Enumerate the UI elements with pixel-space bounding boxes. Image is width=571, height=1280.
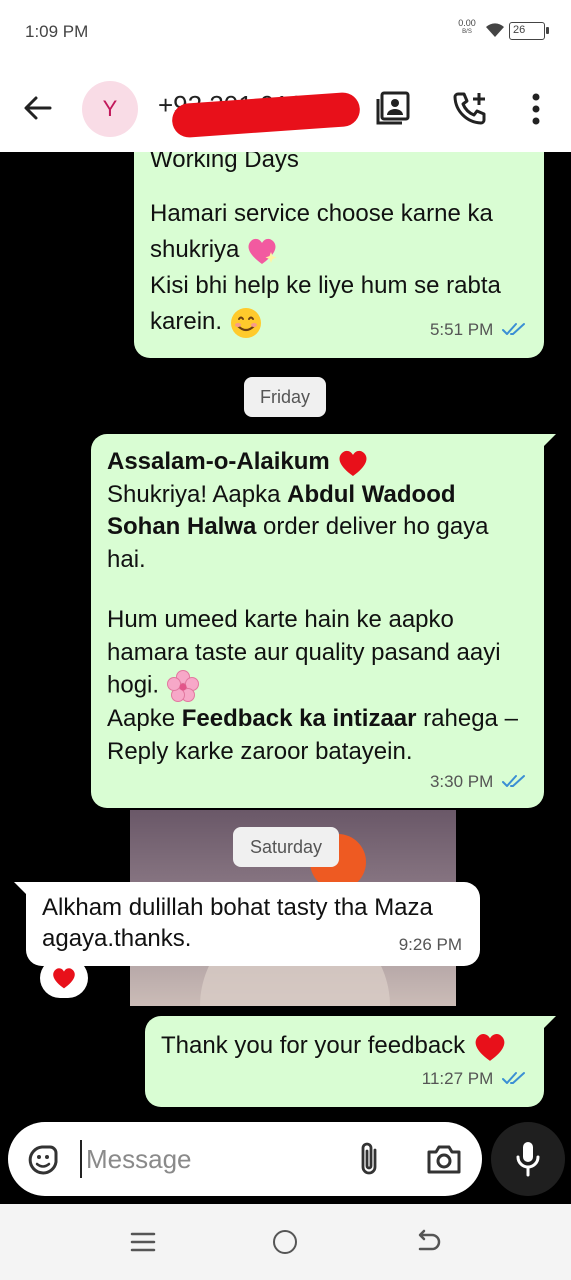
- cherry-blossom-icon: [166, 670, 199, 702]
- message-text-line: Kisi bhi help ke liye hum se rabta: [150, 272, 501, 299]
- network-speed-value: 0.00: [458, 18, 476, 28]
- text-caret: [80, 1140, 82, 1178]
- back-arrow-icon[interactable]: [20, 90, 56, 126]
- red-heart-icon: [53, 968, 75, 989]
- message-time: 3:30 PM: [429, 771, 494, 791]
- wifi-icon: [486, 23, 504, 37]
- message-time: 5:51 PM: [429, 320, 494, 339]
- message-bold-text: Sohan Halwa: [107, 513, 257, 540]
- bubble-tail: [542, 1016, 556, 1030]
- date-label: Saturday: [249, 837, 323, 857]
- message-text: Reply karke zaroor batayein.: [107, 737, 413, 765]
- message-meta: 5:51 PM: [430, 312, 526, 348]
- message-text-line: Working Days: [150, 152, 299, 173]
- battery-icon: 26: [509, 22, 549, 40]
- network-speed-unit: B/S: [462, 29, 472, 35]
- system-nav-bar: [0, 1204, 571, 1280]
- bubble-tail: [542, 434, 556, 448]
- message-bold-text: Abdul Wadood: [287, 480, 456, 508]
- message-bold-text: Feedback ka intizaar: [181, 705, 417, 732]
- home-icon[interactable]: [273, 1230, 297, 1254]
- message-text: hamara taste aur quality pasand aayi: [107, 638, 501, 666]
- date-divider: Friday: [244, 377, 326, 417]
- message-text-line: karein.: [150, 308, 223, 335]
- chat-header: Y +92 301 01353: [0, 66, 571, 152]
- attach-icon[interactable]: [354, 1140, 384, 1178]
- back-icon[interactable]: [414, 1229, 442, 1255]
- message-text: Thank you for your feedback: [161, 1032, 466, 1059]
- message-text: hai.: [107, 545, 146, 573]
- recents-icon[interactable]: [130, 1230, 156, 1254]
- message-meta: 9:26 PM: [399, 929, 462, 960]
- message-text: rahega –: [416, 705, 518, 732]
- outgoing-message[interactable]: Thank you for your feedback 11:27 PM: [145, 1016, 556, 1107]
- camera-icon[interactable]: [426, 1142, 462, 1176]
- message-text: Aapke: [107, 705, 182, 732]
- sticker-icon[interactable]: [26, 1142, 62, 1178]
- message-text-line: Hamari service choose karne ka: [150, 200, 493, 227]
- message-meta: 3:30 PM: [430, 766, 526, 799]
- battery-level: 26: [513, 24, 526, 36]
- message-text: hogi.: [107, 671, 160, 699]
- message-reaction[interactable]: [40, 958, 88, 998]
- composer-bar: [0, 1122, 571, 1202]
- mic-icon: [516, 1142, 540, 1177]
- message-text-line: Alkham dulillah bohat tasty tha Maza: [42, 894, 433, 921]
- greeting-text: Assalam-o-Alaikum: [107, 448, 330, 475]
- outgoing-message[interactable]: Working Days Hamari service choose karne…: [134, 152, 544, 358]
- double-check-icon: [502, 1072, 525, 1084]
- message-field[interactable]: [8, 1122, 482, 1196]
- message-time: 11:27 PM: [421, 1069, 494, 1088]
- message-text: order deliver ho gaya: [256, 513, 489, 540]
- avatar-letter: Y: [102, 96, 118, 121]
- bubble-tail: [14, 882, 28, 896]
- smiling-face-icon: [230, 307, 261, 338]
- red-heart-icon: [339, 450, 367, 476]
- double-check-icon: [502, 323, 525, 335]
- avatar[interactable]: Y: [82, 81, 138, 137]
- date-divider: Saturday: [233, 827, 339, 867]
- incoming-message[interactable]: Alkham dulillah bohat tasty tha Maza aga…: [14, 882, 480, 966]
- message-input[interactable]: [86, 1138, 346, 1180]
- status-bar: 1:09 PM 0.00 B/S 26: [0, 0, 571, 66]
- date-label: Friday: [259, 387, 310, 407]
- message-time: 9:26 PM: [398, 935, 462, 954]
- chat-area[interactable]: Working Days Hamari service choose karne…: [0, 152, 571, 1122]
- more-vert-icon[interactable]: [524, 91, 548, 127]
- double-check-icon: [502, 774, 525, 787]
- sparkling-heart-icon: [248, 238, 277, 264]
- network-speed: 0.00 B/S: [454, 19, 480, 37]
- red-heart-icon: [475, 1033, 505, 1061]
- message-text: Hum umeed karte hain ke aapko: [107, 606, 454, 633]
- message-text: Shukriya! Aapka: [107, 480, 288, 508]
- mic-button[interactable]: [491, 1122, 565, 1196]
- message-meta: 11:27 PM: [422, 1061, 526, 1097]
- message-text-line: shukriya: [150, 236, 240, 263]
- contact-card-icon[interactable]: [376, 91, 410, 125]
- outgoing-message[interactable]: Assalam-o-Alaikum Shukriya! Aapka Abdul …: [91, 434, 556, 808]
- add-call-icon[interactable]: [452, 90, 488, 126]
- status-time: 1:09 PM: [25, 22, 89, 41]
